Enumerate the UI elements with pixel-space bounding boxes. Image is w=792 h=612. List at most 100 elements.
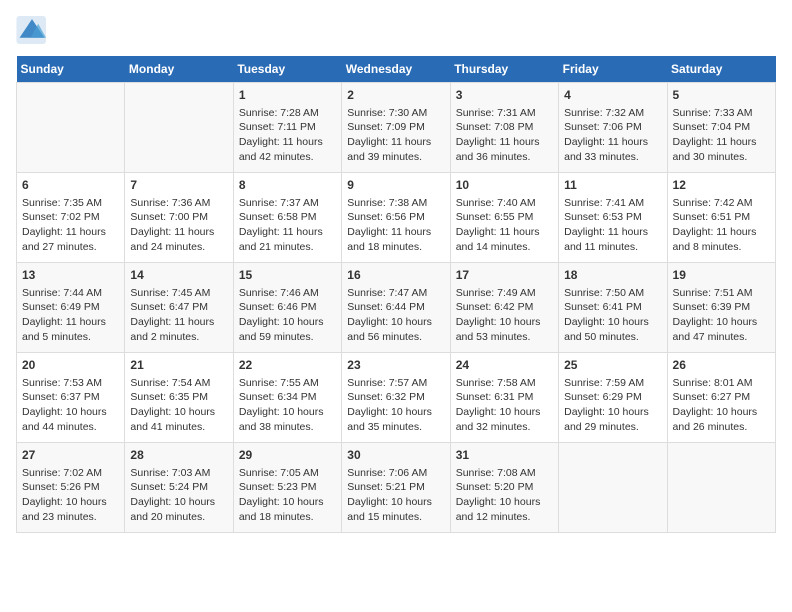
daylight-text: Daylight: 10 hours and 20 minutes. [130,495,227,524]
calendar-cell-4-1: 28Sunrise: 7:03 AMSunset: 5:24 PMDayligh… [125,443,233,533]
daylight-text: Daylight: 11 hours and 8 minutes. [673,225,770,254]
daylight-text: Daylight: 11 hours and 5 minutes. [22,315,119,344]
sunset-text: Sunset: 6:29 PM [564,390,661,405]
week-row-2: 6Sunrise: 7:35 AMSunset: 7:02 PMDaylight… [17,173,776,263]
sunrise-text: Sunrise: 7:35 AM [22,196,119,211]
daylight-text: Daylight: 11 hours and 33 minutes. [564,135,661,164]
calendar-cell-4-0: 27Sunrise: 7:02 AMSunset: 5:26 PMDayligh… [17,443,125,533]
sunset-text: Sunset: 6:49 PM [22,300,119,315]
day-number: 16 [347,267,444,284]
calendar-cell-1-5: 11Sunrise: 7:41 AMSunset: 6:53 PMDayligh… [559,173,667,263]
logo [16,16,52,44]
sunset-text: Sunset: 6:47 PM [130,300,227,315]
daylight-text: Daylight: 10 hours and 47 minutes. [673,315,770,344]
header-tuesday: Tuesday [233,56,341,83]
daylight-text: Daylight: 10 hours and 38 minutes. [239,405,336,434]
day-number: 25 [564,357,661,374]
daylight-text: Daylight: 10 hours and 56 minutes. [347,315,444,344]
sunrise-text: Sunrise: 8:01 AM [673,376,770,391]
daylight-text: Daylight: 10 hours and 18 minutes. [239,495,336,524]
sunset-text: Sunset: 5:24 PM [130,480,227,495]
calendar-cell-0-5: 4Sunrise: 7:32 AMSunset: 7:06 PMDaylight… [559,83,667,173]
day-number: 15 [239,267,336,284]
day-number: 1 [239,87,336,104]
daylight-text: Daylight: 11 hours and 24 minutes. [130,225,227,254]
day-number: 29 [239,447,336,464]
sunset-text: Sunset: 6:41 PM [564,300,661,315]
sunset-text: Sunset: 5:23 PM [239,480,336,495]
sunset-text: Sunset: 6:53 PM [564,210,661,225]
sunset-text: Sunset: 6:42 PM [456,300,553,315]
calendar-cell-3-4: 24Sunrise: 7:58 AMSunset: 6:31 PMDayligh… [450,353,558,443]
calendar-cell-2-1: 14Sunrise: 7:45 AMSunset: 6:47 PMDayligh… [125,263,233,353]
calendar-cell-2-6: 19Sunrise: 7:51 AMSunset: 6:39 PMDayligh… [667,263,775,353]
week-row-1: 1Sunrise: 7:28 AMSunset: 7:11 PMDaylight… [17,83,776,173]
day-number: 23 [347,357,444,374]
sunset-text: Sunset: 6:32 PM [347,390,444,405]
sunset-text: Sunset: 7:04 PM [673,120,770,135]
calendar-cell-3-1: 21Sunrise: 7:54 AMSunset: 6:35 PMDayligh… [125,353,233,443]
sunrise-text: Sunrise: 7:40 AM [456,196,553,211]
header-friday: Friday [559,56,667,83]
header-row: SundayMondayTuesdayWednesdayThursdayFrid… [17,56,776,83]
header-sunday: Sunday [17,56,125,83]
calendar-cell-0-2: 1Sunrise: 7:28 AMSunset: 7:11 PMDaylight… [233,83,341,173]
sunrise-text: Sunrise: 7:02 AM [22,466,119,481]
calendar-cell-0-4: 3Sunrise: 7:31 AMSunset: 7:08 PMDaylight… [450,83,558,173]
sunset-text: Sunset: 6:56 PM [347,210,444,225]
daylight-text: Daylight: 10 hours and 59 minutes. [239,315,336,344]
calendar-cell-4-5 [559,443,667,533]
sunset-text: Sunset: 5:21 PM [347,480,444,495]
sunset-text: Sunset: 6:35 PM [130,390,227,405]
day-number: 10 [456,177,553,194]
sunset-text: Sunset: 6:34 PM [239,390,336,405]
day-number: 21 [130,357,227,374]
sunrise-text: Sunrise: 7:41 AM [564,196,661,211]
sunset-text: Sunset: 6:44 PM [347,300,444,315]
daylight-text: Daylight: 10 hours and 29 minutes. [564,405,661,434]
calendar-cell-1-3: 9Sunrise: 7:38 AMSunset: 6:56 PMDaylight… [342,173,450,263]
day-number: 18 [564,267,661,284]
calendar-cell-0-1 [125,83,233,173]
daylight-text: Daylight: 10 hours and 44 minutes. [22,405,119,434]
sunrise-text: Sunrise: 7:38 AM [347,196,444,211]
sunrise-text: Sunrise: 7:58 AM [456,376,553,391]
sunrise-text: Sunrise: 7:57 AM [347,376,444,391]
sunrise-text: Sunrise: 7:03 AM [130,466,227,481]
week-row-5: 27Sunrise: 7:02 AMSunset: 5:26 PMDayligh… [17,443,776,533]
sunrise-text: Sunrise: 7:32 AM [564,106,661,121]
calendar-cell-4-3: 30Sunrise: 7:06 AMSunset: 5:21 PMDayligh… [342,443,450,533]
sunset-text: Sunset: 7:09 PM [347,120,444,135]
sunset-text: Sunset: 7:02 PM [22,210,119,225]
header-monday: Monday [125,56,233,83]
sunset-text: Sunset: 5:20 PM [456,480,553,495]
sunrise-text: Sunrise: 7:31 AM [456,106,553,121]
header-thursday: Thursday [450,56,558,83]
day-number: 26 [673,357,770,374]
sunrise-text: Sunrise: 7:45 AM [130,286,227,301]
sunrise-text: Sunrise: 7:55 AM [239,376,336,391]
day-number: 2 [347,87,444,104]
calendar-cell-2-0: 13Sunrise: 7:44 AMSunset: 6:49 PMDayligh… [17,263,125,353]
calendar-cell-0-0 [17,83,125,173]
calendar-cell-4-4: 31Sunrise: 7:08 AMSunset: 5:20 PMDayligh… [450,443,558,533]
sunset-text: Sunset: 6:27 PM [673,390,770,405]
daylight-text: Daylight: 10 hours and 41 minutes. [130,405,227,434]
sunrise-text: Sunrise: 7:59 AM [564,376,661,391]
day-number: 19 [673,267,770,284]
day-number: 3 [456,87,553,104]
daylight-text: Daylight: 10 hours and 26 minutes. [673,405,770,434]
daylight-text: Daylight: 11 hours and 39 minutes. [347,135,444,164]
day-number: 31 [456,447,553,464]
calendar-cell-3-2: 22Sunrise: 7:55 AMSunset: 6:34 PMDayligh… [233,353,341,443]
day-number: 4 [564,87,661,104]
sunset-text: Sunset: 6:46 PM [239,300,336,315]
day-number: 9 [347,177,444,194]
day-number: 13 [22,267,119,284]
day-number: 20 [22,357,119,374]
sunset-text: Sunset: 6:58 PM [239,210,336,225]
calendar-cell-4-2: 29Sunrise: 7:05 AMSunset: 5:23 PMDayligh… [233,443,341,533]
daylight-text: Daylight: 11 hours and 30 minutes. [673,135,770,164]
sunrise-text: Sunrise: 7:33 AM [673,106,770,121]
calendar-cell-1-0: 6Sunrise: 7:35 AMSunset: 7:02 PMDaylight… [17,173,125,263]
